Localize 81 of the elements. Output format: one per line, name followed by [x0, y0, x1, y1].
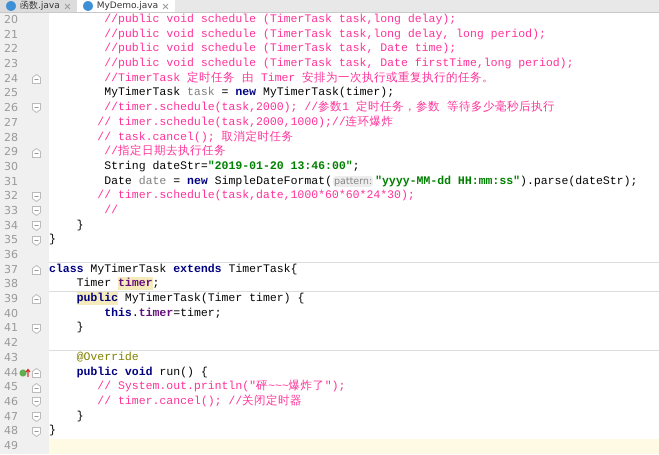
- code-line: //: [104, 204, 118, 217]
- code-line: Timer timer;: [76, 277, 160, 290]
- line-number: 39: [3, 292, 18, 307]
- line-number: 31: [3, 174, 18, 190]
- code-line: //public void schedule (TimerTask task,long delay, long period);: [104, 28, 546, 41]
- code-line: //public void schedule (TimerTask task, Date firstTime,long period);: [104, 57, 574, 70]
- code-line: //指定日期去执行任务: [104, 145, 226, 158]
- editor-tab[interactable]: 函数.java: [0, 0, 77, 12]
- line-number: 42: [3, 336, 18, 351]
- line-number: 20: [3, 13, 18, 28]
- line-number: 43: [3, 350, 18, 366]
- line-number: 21: [3, 28, 18, 42]
- line-number: 30: [3, 160, 18, 175]
- code-line: this.timer=timer;: [104, 306, 222, 320]
- fold-marker-icon[interactable]: [32, 74, 41, 84]
- code-line: // System.out.println("砰~~~爆炸了");: [97, 380, 346, 394]
- line-number: 24: [3, 72, 18, 86]
- line-number: 28: [3, 130, 18, 146]
- line-number: 47: [3, 410, 18, 424]
- line-number: 45: [3, 380, 18, 395]
- code-line: }: [49, 424, 56, 438]
- code-line: //TimerTask 定时任务 由 Timer 安排为一次执行或重复执行的任务。: [104, 72, 494, 85]
- fold-marker-icon[interactable]: [32, 294, 41, 304]
- code-line: }: [76, 218, 84, 232]
- override-method-icon[interactable]: [19, 368, 31, 378]
- line-number: 25: [3, 86, 18, 102]
- code-line: //public void schedule (TimerTask task,long delay);: [104, 13, 456, 26]
- code-line: Date date = new SimpleDateFormat( pattern: "yyyy-MM-dd HH:mm:ss").parse(dateStr);: [104, 174, 638, 188]
- code-line: public void run() {: [76, 366, 208, 378]
- line-number: 27: [3, 116, 18, 130]
- line-number: 22: [3, 42, 18, 58]
- line-number: 48: [3, 424, 18, 439]
- fold-marker-icon[interactable]: [32, 236, 41, 246]
- tab-label: MyDemo.java: [96, 0, 158, 12]
- code-line: MyTimerTask task = new MyTimerTask(timer);: [104, 86, 394, 100]
- fold-marker-icon[interactable]: [32, 206, 41, 216]
- code-line: //public void schedule (TimerTask task, Date time);: [104, 42, 456, 56]
- fold-marker-icon[interactable]: [32, 103, 41, 114]
- fold-marker-icon[interactable]: [32, 397, 41, 408]
- line-number: 29: [3, 145, 18, 160]
- code-line: // timer.cancel(); //关闭定时器: [97, 394, 302, 408]
- line-number: 41: [3, 321, 18, 336]
- code-line: }: [49, 233, 56, 246]
- code-line: // task.cancel(); 取消定时任务: [97, 130, 294, 144]
- line-number: 44: [3, 366, 18, 380]
- fold-marker-icon[interactable]: [32, 368, 41, 378]
- fold-marker-icon[interactable]: [32, 382, 41, 393]
- tab-label: 函数.java: [20, 0, 60, 12]
- editor-tab[interactable]: MyDemo.java: [76, 0, 176, 12]
- class-file-icon: [82, 1, 93, 11]
- line-number: 34: [3, 218, 18, 234]
- line-number: 38: [3, 277, 18, 292]
- code-line: class MyTimerTask extends TimerTask{: [49, 262, 298, 276]
- close-icon[interactable]: [64, 2, 71, 10]
- line-number: 36: [3, 248, 18, 263]
- code-line: @Override: [76, 350, 139, 364]
- line-number: 37: [3, 262, 18, 278]
- code-line: public MyTimerTask(Timer timer) {: [76, 292, 304, 306]
- class-file-icon: [6, 1, 16, 11]
- line-number: 23: [3, 57, 18, 72]
- fold-marker-icon[interactable]: [32, 148, 41, 158]
- line-number: 40: [3, 306, 18, 322]
- line-number: 35: [3, 233, 18, 248]
- line-number: 32: [3, 189, 18, 204]
- line-number: 33: [3, 204, 18, 219]
- fold-marker-icon[interactable]: [32, 324, 41, 334]
- fold-marker-icon[interactable]: [32, 265, 41, 276]
- fold-marker-icon[interactable]: [32, 412, 41, 422]
- fold-marker-icon[interactable]: [32, 426, 41, 437]
- code-line: // timer.schedule(task,date,1000*60*60*24*30);: [97, 189, 415, 202]
- fold-marker-icon[interactable]: [32, 220, 41, 231]
- code-line: }: [76, 410, 84, 423]
- code-line: }: [76, 321, 84, 334]
- code-line: // timer.schedule(task,2000,1000);//连环爆炸: [97, 116, 394, 129]
- close-icon[interactable]: [162, 2, 170, 10]
- code-line: //timer.schedule(task,2000); //参数1 定时任务，参数 等待多少毫秒后执行: [104, 101, 555, 114]
- line-number: 26: [3, 101, 18, 116]
- line-number: 49: [3, 438, 18, 454]
- fold-marker-icon[interactable]: [32, 192, 41, 202]
- line-number: 46: [3, 394, 18, 410]
- code-line: String dateStr="2019-01-20 13:46:00";: [104, 160, 360, 173]
